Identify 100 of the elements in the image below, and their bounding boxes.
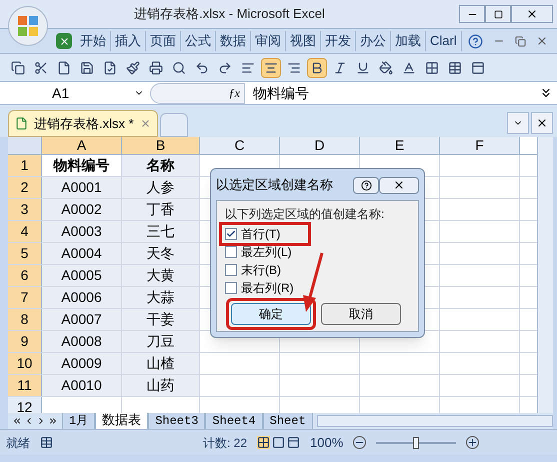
row-header[interactable]: 9 — [8, 331, 42, 352]
sheet-tab[interactable]: Sheet — [262, 413, 313, 429]
help-button[interactable] — [353, 176, 379, 194]
row-header[interactable]: 8 — [8, 309, 42, 330]
last-sheet-icon[interactable] — [48, 416, 58, 426]
table-cell-text: A0007 — [61, 310, 102, 329]
row-header[interactable]: 3 — [8, 199, 42, 220]
column-header[interactable]: F — [440, 137, 520, 154]
table-cell-text: A0003 — [61, 222, 102, 241]
ribbon-tab[interactable]: Clarl — [426, 31, 462, 51]
column-header[interactable]: B — [122, 137, 200, 154]
row-header[interactable]: 6 — [8, 265, 42, 286]
name-box[interactable]: A1 — [0, 82, 150, 104]
column-header[interactable]: D — [280, 137, 360, 154]
checkbox-option[interactable]: 最左列(L) — [225, 243, 298, 261]
close-button[interactable] — [531, 112, 553, 134]
ribbon-tab[interactable]: 开发 — [321, 31, 356, 51]
table-cell-text: 三七 — [146, 222, 174, 241]
table-cell-text: 天冬 — [146, 244, 174, 263]
status-text: 就绪 — [6, 434, 30, 452]
horizontal-scrollbar[interactable] — [316, 415, 553, 427]
table-cell-text: 人参 — [146, 178, 174, 197]
table-cell-text: A0010 — [61, 376, 102, 395]
checkbox[interactable] — [225, 282, 237, 294]
ribbon-tab[interactable]: 视图 — [286, 31, 321, 51]
table-cell-text: 山楂 — [146, 354, 174, 373]
count-text: 计数: 22 — [203, 434, 248, 452]
table-cell-text: A0001 — [61, 178, 102, 197]
dialog-button[interactable]: 取消 — [321, 303, 401, 325]
formula-field[interactable]: 物料编号 — [245, 82, 539, 104]
page-layout-icon[interactable] — [272, 436, 286, 449]
dialog-button[interactable]: 确定 — [231, 303, 311, 325]
close-icon — [393, 179, 405, 191]
close-icon[interactable] — [536, 35, 548, 47]
help-icon — [360, 180, 372, 190]
checkbox[interactable] — [225, 264, 237, 276]
sheet-tab[interactable]: 数据表 — [95, 413, 148, 429]
align-center-icon[interactable] — [261, 58, 281, 78]
ribbon-tab[interactable]: 加载 — [391, 31, 426, 51]
zoom-out-icon[interactable] — [353, 436, 366, 449]
normal-view-icon[interactable] — [257, 436, 270, 449]
row-header[interactable]: 4 — [8, 221, 42, 242]
table-cell-text: A0009 — [61, 354, 102, 373]
excel-file-icon — [15, 117, 28, 130]
row-header[interactable]: 5 — [8, 243, 42, 264]
insert-function-button[interactable]: ƒx — [150, 82, 245, 104]
office-logo-icon[interactable] — [8, 6, 48, 46]
table-cell-text: A0008 — [61, 332, 102, 351]
dialog-title: 以选定区域创建名称 — [216, 176, 334, 194]
checkbox-option[interactable]: 最右列(R) — [225, 279, 300, 297]
ribbon-tab[interactable]: 开始 — [76, 31, 111, 51]
table-cell-text: 丁香 — [146, 200, 174, 219]
table-cell-text: 干姜 — [146, 310, 174, 329]
ribbon-tab[interactable]: 页面 — [146, 31, 181, 51]
table-cell-text: 物料编号 — [54, 156, 110, 175]
close-icon[interactable] — [140, 118, 151, 129]
document-tab[interactable]: 进销存表格.xlsx * — [8, 110, 158, 137]
close-button[interactable] — [379, 176, 419, 194]
first-sheet-icon[interactable] — [12, 416, 22, 426]
sheet-tab[interactable]: Sheet4 — [205, 413, 263, 429]
table-cell-text: 名称 — [146, 156, 174, 175]
ribbon-tab[interactable]: 数据 — [216, 31, 251, 51]
vertical-scrollbar[interactable] — [537, 137, 553, 413]
checkbox-option[interactable]: 末行(B) — [225, 261, 287, 279]
zoom-in-icon[interactable] — [466, 436, 480, 449]
row-header[interactable]: 1 — [8, 155, 42, 176]
help-icon[interactable] — [468, 34, 483, 48]
table-cell-text: A0005 — [61, 266, 102, 285]
row-header[interactable]: 11 — [8, 375, 42, 396]
close-icon — [526, 8, 538, 20]
ribbon-tab[interactable]: 公式 — [181, 31, 216, 51]
page-break-icon[interactable] — [287, 436, 300, 449]
excel-icon — [56, 33, 72, 49]
maximize-icon — [494, 10, 502, 18]
column-header[interactable]: A — [42, 137, 122, 154]
restore-icon[interactable] — [514, 36, 526, 46]
sheet-tab[interactable]: 1月 — [62, 413, 96, 429]
ribbon-tab[interactable]: 审阅 — [251, 31, 286, 51]
zoom-thumb[interactable] — [413, 436, 420, 448]
column-header[interactable]: E — [360, 137, 440, 154]
table-cell-text: 刀豆 — [146, 332, 174, 351]
ribbon-tab[interactable]: 办公 — [356, 31, 391, 51]
row-header[interactable]: 2 — [8, 177, 42, 198]
row-header[interactable]: 10 — [8, 353, 42, 374]
table-cell-text: 山药 — [146, 376, 174, 395]
group-label: 以下列选定区域的值创建名称: — [225, 206, 386, 223]
checkbox-option[interactable]: 首行(T) — [222, 225, 308, 243]
table-cell-text: A0002 — [61, 200, 102, 219]
table-cell-text: A0004 — [61, 244, 102, 263]
column-header[interactable]: C — [200, 137, 280, 154]
close-icon — [536, 117, 548, 129]
bold-icon[interactable] — [307, 58, 327, 78]
sheet-tab[interactable]: Sheet3 — [148, 413, 206, 429]
zoom-text: 100% — [310, 434, 344, 452]
checkbox[interactable] — [225, 246, 237, 258]
row-header[interactable]: 7 — [8, 287, 42, 308]
ribbon-tab[interactable]: 插入 — [111, 31, 146, 51]
checkbox[interactable] — [225, 228, 237, 240]
close-button[interactable] — [511, 5, 553, 23]
maximize-button[interactable] — [485, 5, 511, 23]
